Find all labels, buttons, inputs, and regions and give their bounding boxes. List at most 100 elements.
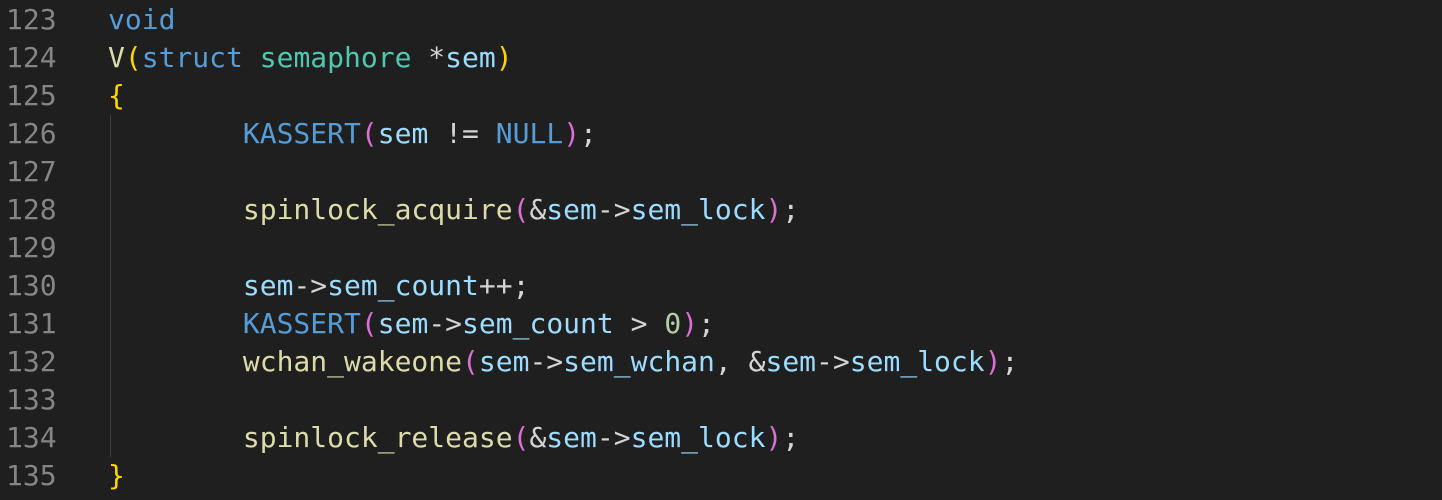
code-token: ( — [462, 345, 479, 378]
line-number: 135 — [6, 459, 57, 492]
code-token: sem_count — [462, 307, 614, 340]
code-token: > — [613, 307, 665, 340]
code-token: & — [529, 193, 547, 226]
line-number: 126 — [6, 117, 57, 150]
code-token: ; — [698, 307, 715, 340]
code-token: -> — [596, 193, 631, 226]
code-token: , & — [714, 345, 766, 378]
code-line[interactable]: 124 V(struct semaphore *sem) — [0, 39, 1442, 77]
code-token: ( — [360, 117, 378, 150]
code-token: ( — [512, 193, 530, 226]
code-token: sem_wchan — [563, 345, 715, 378]
code-token: * — [411, 41, 446, 74]
code-token: sem — [765, 345, 817, 378]
code-token: ) — [563, 117, 581, 150]
line-number: 131 — [6, 307, 57, 340]
line-number: 130 — [6, 269, 57, 302]
code-token: ; — [782, 193, 800, 226]
code-line[interactable]: 130 sem->sem_count++; — [0, 267, 1442, 305]
code-token: sem_lock — [630, 421, 766, 454]
code-token: KASSERT — [242, 117, 361, 150]
line-number: 127 — [6, 155, 57, 188]
code-line[interactable]: 129 — [0, 229, 1442, 267]
code-line[interactable]: 135} — [0, 457, 1442, 495]
code-text: { — [108, 77, 125, 115]
code-token: KASSERT — [242, 307, 361, 340]
code-token: ( — [512, 421, 530, 454]
code-token: spinlock_release — [242, 421, 513, 454]
code-editor[interactable]: 123 void 124 V(struct semaphore *sem) 125 {12… — [0, 0, 1442, 495]
code-line[interactable]: 123 void — [0, 1, 1442, 39]
code-token: ) — [984, 345, 1002, 378]
code-token: sem — [546, 193, 597, 226]
code-text: sem->sem_count++; — [108, 267, 530, 305]
code-token: != — [428, 117, 496, 150]
code-token: ; — [1001, 345, 1019, 378]
line-number: 134 — [6, 421, 57, 454]
code-text: V(struct semaphore *sem) — [108, 39, 513, 77]
line-number: 123 — [6, 3, 57, 36]
code-token: ( — [360, 307, 378, 340]
code-token: semaphore — [259, 41, 412, 74]
line-number: 128 — [6, 193, 57, 226]
code-line[interactable]: 133 — [0, 381, 1442, 419]
code-token: ; — [782, 421, 800, 454]
code-line[interactable]: 128 spinlock_acquire(&sem->sem_lock); — [0, 191, 1442, 229]
code-line[interactable]: 134 spinlock_release(&sem->sem_lock); — [0, 419, 1442, 457]
code-token: ++; — [478, 269, 530, 302]
code-line[interactable]: 125 { — [0, 77, 1442, 115]
code-token: ; — [580, 117, 597, 150]
code-text: wchan_wakeone(sem->sem_wchan, &sem->sem_… — [108, 343, 1018, 381]
code-token: -> — [596, 421, 631, 454]
code-token: ) — [765, 421, 783, 454]
line-number: 132 — [6, 345, 57, 378]
code-text: KASSERT(sem != NULL); — [108, 115, 597, 153]
code-line[interactable]: 127 — [0, 153, 1442, 191]
code-token: sem — [377, 117, 429, 150]
line-number: 125 — [6, 79, 57, 112]
code-line[interactable]: 132 wchan_wakeone(sem->sem_wchan, &sem->… — [0, 343, 1442, 381]
code-token: -> — [529, 345, 564, 378]
code-token: struct — [141, 41, 243, 74]
line-number: 129 — [6, 231, 57, 264]
code-text: KASSERT(sem->sem_count > 0); — [108, 305, 715, 343]
code-token: 0 — [664, 307, 682, 340]
code-token: sem — [242, 269, 294, 302]
code-token: -> — [428, 307, 463, 340]
code-token: { — [108, 79, 125, 112]
code-token: wchan_wakeone — [242, 345, 463, 378]
code-token: sem — [377, 307, 429, 340]
indent-guide — [110, 229, 111, 267]
code-token: spinlock_acquire — [242, 193, 513, 226]
indent-guide — [110, 153, 111, 191]
line-number: 133 — [6, 383, 57, 416]
code-token: sem_lock — [630, 193, 766, 226]
code-line[interactable]: 126 KASSERT(sem != NULL); — [0, 115, 1442, 153]
code-token: ) — [495, 41, 513, 74]
code-line[interactable]: 131 KASSERT(sem->sem_count > 0); — [0, 305, 1442, 343]
code-text: } — [108, 457, 125, 495]
code-text: spinlock_release(&sem->sem_lock); — [108, 419, 799, 457]
code-token: & — [529, 421, 547, 454]
code-token: sem — [478, 345, 530, 378]
code-token: ( — [124, 41, 142, 74]
code-token: } — [108, 459, 125, 492]
code-token: -> — [293, 269, 328, 302]
code-token: sem — [445, 41, 496, 74]
code-token: ) — [765, 193, 783, 226]
code-token: V — [108, 41, 125, 74]
code-token: NULL — [495, 117, 564, 150]
code-token: sem — [546, 421, 597, 454]
code-text: spinlock_acquire(&sem->sem_lock); — [108, 191, 799, 229]
code-token: ) — [681, 307, 699, 340]
code-text: void — [108, 1, 175, 39]
code-token: void — [108, 3, 176, 36]
code-token: sem_count — [327, 269, 479, 302]
